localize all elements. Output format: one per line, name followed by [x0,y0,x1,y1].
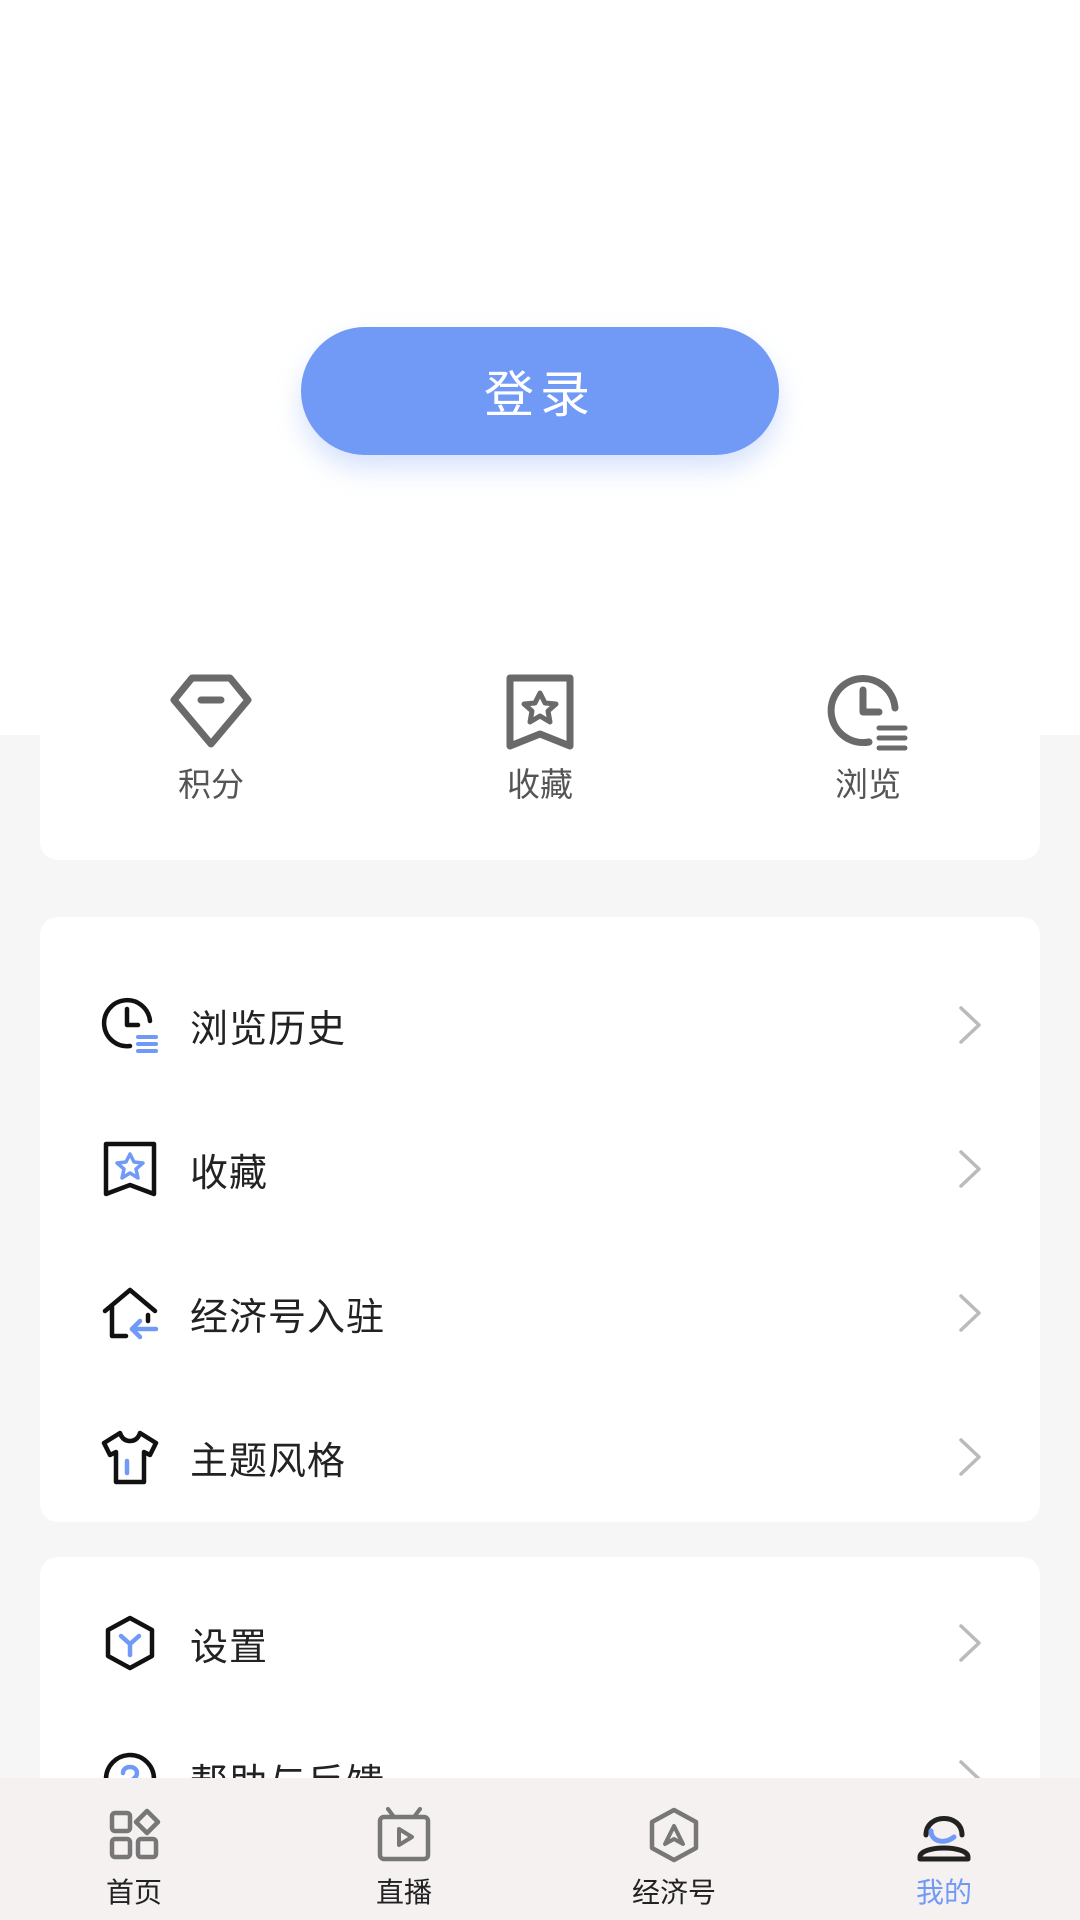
tab-label: 我的 [915,1876,972,1909]
menu-item-settings[interactable]: 设置 [40,1571,1040,1715]
stat-browse[interactable]: 浏览 [748,672,988,812]
clock-list-icon [827,675,908,751]
stat-favorites[interactable]: 收藏 [420,672,660,812]
chevron-right-icon [959,1438,981,1476]
tv-play-icon [377,1807,431,1862]
menu-item-label: 经济号入驻 [190,1294,386,1339]
history-clock-icon [101,997,158,1053]
chevron-right-icon [959,1006,981,1044]
tab-label: 直播 [375,1876,432,1909]
menu-item-theme[interactable]: 主题风格 [40,1385,1040,1529]
house-arrow-icon [102,1287,159,1340]
stat-label: 积分 [178,765,244,804]
menu-item-label: 设置 [190,1624,269,1669]
tab-label: 经济号 [631,1876,716,1909]
chevron-right-icon [959,1624,981,1662]
menu-item-history[interactable]: 浏览历史 [40,953,1040,1097]
user-icon [917,1816,971,1862]
hexagon-arrow-icon [649,1807,699,1863]
menu-item-label: 收藏 [190,1150,269,1195]
tab-label: 首页 [105,1876,162,1909]
diamond-icon [170,674,252,748]
bookmark-star-icon [103,1141,157,1197]
stat-points[interactable]: 积分 [91,672,331,812]
bookmark-star-icon [506,674,574,750]
hexagon-settings-icon [105,1615,155,1671]
menu-item-label: 浏览历史 [190,1006,347,1051]
tab-mine[interactable]: 我的 [864,1805,1024,1915]
stat-label: 浏览 [835,765,901,804]
tab-live[interactable]: 直播 [324,1805,484,1915]
tshirt-icon [101,1430,159,1485]
menu-item-join[interactable]: 经济号入驻 [40,1241,1040,1385]
chevron-right-icon [959,1150,981,1188]
login-button[interactable]: 登录 [301,327,779,455]
grid-home-icon [109,1808,161,1860]
tab-home[interactable]: 首页 [54,1805,214,1915]
tab-economy[interactable]: 经济号 [594,1805,754,1915]
stat-label: 收藏 [507,765,573,804]
menu-item-label: 主题风格 [190,1438,347,1483]
menu-item-favorites[interactable]: 收藏 [40,1097,1040,1241]
menu-card-main: 浏览历史 收藏 经济号入驻 主题风格 [40,917,1040,1522]
chevron-right-icon [959,1294,981,1332]
